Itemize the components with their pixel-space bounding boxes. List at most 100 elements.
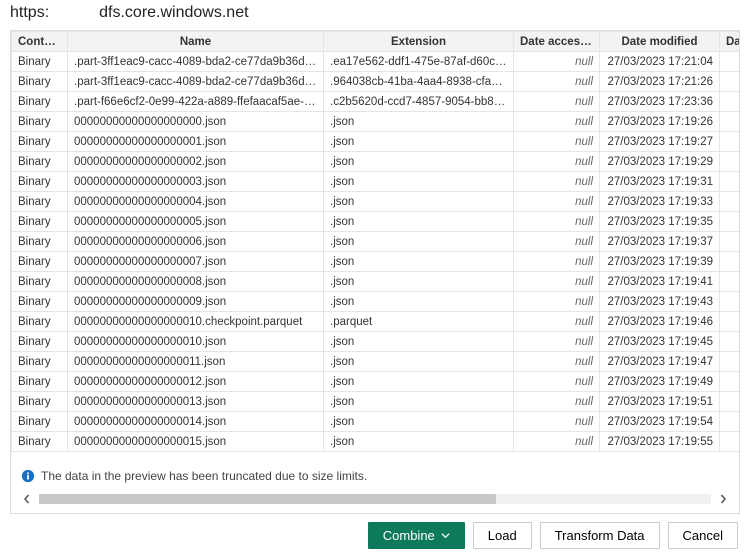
load-button[interactable]: Load — [473, 522, 532, 549]
file-table: Content Name Extension Date accessed Dat… — [11, 31, 739, 452]
table-row[interactable]: Binary00000000000000000007.json.jsonnull… — [12, 252, 740, 272]
combine-label: Combine — [383, 528, 435, 543]
url-scheme: https: — [10, 4, 49, 21]
col-header-date-accessed[interactable]: Date accessed — [514, 32, 600, 52]
cell-content: Binary — [12, 52, 68, 72]
cell-content: Binary — [12, 252, 68, 272]
col-header-date-created[interactable]: Date c — [720, 32, 740, 52]
cell-date-created — [720, 272, 740, 292]
cell-name: 00000000000000000005.json — [68, 212, 324, 232]
cell-date-accessed: null — [514, 372, 600, 392]
table-row[interactable]: Binary00000000000000000005.json.jsonnull… — [12, 212, 740, 232]
transform-data-button[interactable]: Transform Data — [540, 522, 660, 549]
table-row[interactable]: Binary.part-3ff1eac9-cacc-4089-bda2-ce77… — [12, 72, 740, 92]
cell-extension: .json — [324, 192, 514, 212]
info-icon — [21, 469, 35, 483]
chevron-down-icon — [441, 528, 450, 543]
url-bar: https:dfs.core.windows.net — [0, 0, 750, 30]
cell-date-modified: 27/03/2023 17:19:33 — [600, 192, 720, 212]
scroll-thumb[interactable] — [39, 494, 496, 504]
cell-date-modified: 27/03/2023 17:19:35 — [600, 212, 720, 232]
cell-date-modified: 27/03/2023 17:19:45 — [600, 332, 720, 352]
table-row[interactable]: Binary00000000000000000000.json.jsonnull… — [12, 112, 740, 132]
cell-date-created — [720, 292, 740, 312]
cell-name: 00000000000000000015.json — [68, 432, 324, 452]
cell-date-accessed: null — [514, 92, 600, 112]
table-scroll-region[interactable]: Content Name Extension Date accessed Dat… — [11, 31, 739, 461]
cell-date-modified: 27/03/2023 17:19:54 — [600, 412, 720, 432]
cell-date-created — [720, 172, 740, 192]
cell-date-accessed: null — [514, 352, 600, 372]
table-row[interactable]: Binary.part-f66e6cf2-0e99-422a-a889-ffef… — [12, 92, 740, 112]
cell-content: Binary — [12, 312, 68, 332]
cell-date-modified: 27/03/2023 17:19:51 — [600, 392, 720, 412]
chevron-right-icon[interactable] — [715, 491, 731, 507]
cell-content: Binary — [12, 372, 68, 392]
cell-content: Binary — [12, 412, 68, 432]
table-row[interactable]: Binary00000000000000000006.json.jsonnull… — [12, 232, 740, 252]
cell-date-accessed: null — [514, 272, 600, 292]
table-row[interactable]: Binary00000000000000000010.json.jsonnull… — [12, 332, 740, 352]
table-row[interactable]: Binary00000000000000000009.json.jsonnull… — [12, 292, 740, 312]
cell-extension: .json — [324, 292, 514, 312]
cell-content: Binary — [12, 272, 68, 292]
table-row[interactable]: Binary00000000000000000001.json.jsonnull… — [12, 132, 740, 152]
col-header-content[interactable]: Content — [12, 32, 68, 52]
cell-extension: .json — [324, 272, 514, 292]
cell-content: Binary — [12, 192, 68, 212]
cell-name: 00000000000000000000.json — [68, 112, 324, 132]
cell-date-created — [720, 112, 740, 132]
cell-date-modified: 27/03/2023 17:19:29 — [600, 152, 720, 172]
table-row[interactable]: Binary00000000000000000013.json.jsonnull… — [12, 392, 740, 412]
scroll-track[interactable] — [39, 494, 711, 504]
table-row[interactable]: Binary00000000000000000012.json.jsonnull… — [12, 372, 740, 392]
truncation-info: The data in the preview has been truncat… — [11, 461, 739, 491]
table-row[interactable]: Binary00000000000000000002.json.jsonnull… — [12, 152, 740, 172]
cell-extension: .json — [324, 352, 514, 372]
cell-date-created — [720, 432, 740, 452]
cell-extension: .json — [324, 392, 514, 412]
cell-date-modified: 27/03/2023 17:19:41 — [600, 272, 720, 292]
cell-content: Binary — [12, 212, 68, 232]
table-row[interactable]: Binary00000000000000000010.checkpoint.pa… — [12, 312, 740, 332]
cell-content: Binary — [12, 152, 68, 172]
table-row[interactable]: Binary00000000000000000014.json.jsonnull… — [12, 412, 740, 432]
cell-date-created — [720, 152, 740, 172]
cell-date-created — [720, 72, 740, 92]
cell-date-accessed: null — [514, 192, 600, 212]
cell-date-modified: 27/03/2023 17:19:46 — [600, 312, 720, 332]
table-row[interactable]: Binary00000000000000000003.json.jsonnull… — [12, 172, 740, 192]
combine-button[interactable]: Combine — [368, 522, 465, 549]
cell-extension: .json — [324, 212, 514, 232]
cell-name: 00000000000000000003.json — [68, 172, 324, 192]
table-row[interactable]: Binary00000000000000000015.json.jsonnull… — [12, 432, 740, 452]
cell-name: 00000000000000000004.json — [68, 192, 324, 212]
col-header-extension[interactable]: Extension — [324, 32, 514, 52]
cell-extension: .json — [324, 372, 514, 392]
cell-content: Binary — [12, 332, 68, 352]
table-header-row: Content Name Extension Date accessed Dat… — [12, 32, 740, 52]
table-row[interactable]: Binary00000000000000000004.json.jsonnull… — [12, 192, 740, 212]
cell-name: 00000000000000000001.json — [68, 132, 324, 152]
col-header-name[interactable]: Name — [68, 32, 324, 52]
horizontal-scrollbar[interactable] — [11, 491, 739, 513]
cell-date-accessed: null — [514, 152, 600, 172]
cell-name: 00000000000000000009.json — [68, 292, 324, 312]
cancel-button[interactable]: Cancel — [668, 522, 738, 549]
chevron-left-icon[interactable] — [19, 491, 35, 507]
col-header-date-modified[interactable]: Date modified — [600, 32, 720, 52]
cell-date-modified: 27/03/2023 17:21:26 — [600, 72, 720, 92]
cell-date-modified: 27/03/2023 17:19:26 — [600, 112, 720, 132]
cell-date-accessed: null — [514, 112, 600, 132]
preview-panel: Content Name Extension Date accessed Dat… — [10, 30, 740, 514]
url-text: https:dfs.core.windows.net — [10, 4, 249, 22]
cell-content: Binary — [12, 172, 68, 192]
table-row[interactable]: Binary00000000000000000011.json.jsonnull… — [12, 352, 740, 372]
table-row[interactable]: Binary00000000000000000008.json.jsonnull… — [12, 272, 740, 292]
cell-date-accessed: null — [514, 392, 600, 412]
cell-date-accessed: null — [514, 52, 600, 72]
table-row[interactable]: Binary.part-3ff1eac9-cacc-4089-bda2-ce77… — [12, 52, 740, 72]
cell-name: 00000000000000000012.json — [68, 372, 324, 392]
navigator-dialog: https:dfs.core.windows.net Content Name … — [0, 0, 750, 559]
cell-date-accessed: null — [514, 132, 600, 152]
